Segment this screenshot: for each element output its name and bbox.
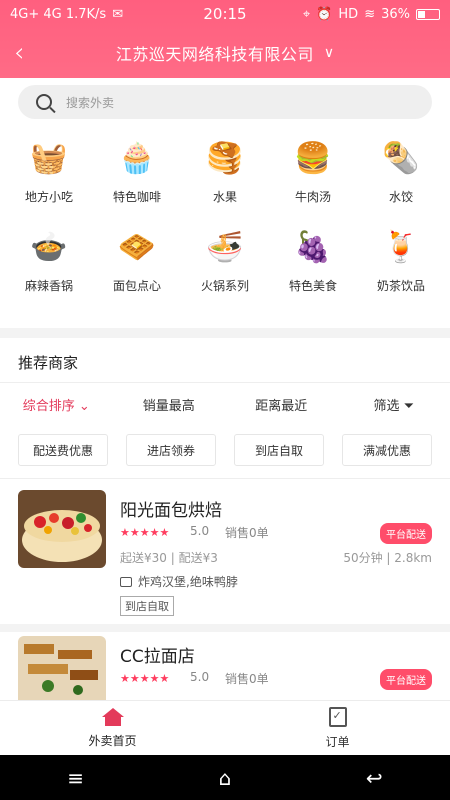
shop-name: CC拉面店: [120, 647, 195, 667]
rating-stars: ★★★★★: [120, 672, 170, 685]
rating-score: 5.0: [190, 670, 210, 684]
menu-icon[interactable]: ≡: [67, 766, 84, 790]
pickup-tag: 到店自取: [120, 596, 174, 616]
shop-image: [18, 636, 106, 700]
rating-score: 5.0: [190, 524, 210, 538]
delivery-distance: 50分钟 | 2.8km: [343, 551, 432, 565]
rating-stars: ★★★★★: [120, 526, 170, 539]
delivery-fee: 起送¥30 | 配送¥3: [120, 551, 218, 565]
shop-card[interactable]: 阳光面包烘焙 ★★★★★ 5.0 销售0单 平台配送 起送¥30 | 配送¥3 …: [0, 0, 450, 624]
shop-name: 阳光面包烘焙: [120, 501, 222, 521]
bottom-nav: 外卖首页 订单: [0, 700, 450, 755]
shop-card[interactable]: CC拉面店 ★★★★★ 5.0 销售0单 平台配送: [0, 632, 450, 700]
tagline-text: 炸鸡汉堡,绝味鸭脖: [138, 575, 238, 589]
nav-orders-label: 订单: [325, 734, 350, 749]
clipboard-icon: [328, 706, 347, 727]
home-button-icon[interactable]: ⌂: [219, 766, 232, 790]
store-icon: [120, 576, 132, 587]
shop-separator: [0, 624, 450, 632]
platform-delivery-badge: 平台配送: [380, 523, 432, 544]
sales-count: 销售0单: [225, 526, 269, 540]
sales-count: 销售0单: [225, 672, 269, 686]
return-icon[interactable]: ↩: [366, 766, 383, 790]
home-icon: [101, 707, 124, 726]
shop-tagline: 炸鸡汉堡,绝味鸭脖: [120, 573, 238, 590]
platform-delivery-badge: 平台配送: [380, 669, 432, 690]
nav-home[interactable]: 外卖首页: [0, 701, 225, 755]
nav-home-label: 外卖首页: [88, 733, 137, 748]
system-nav-bar: ≡ ⌂ ↩: [0, 755, 450, 800]
shop-image: [18, 490, 106, 568]
nav-orders[interactable]: 订单: [225, 701, 450, 755]
